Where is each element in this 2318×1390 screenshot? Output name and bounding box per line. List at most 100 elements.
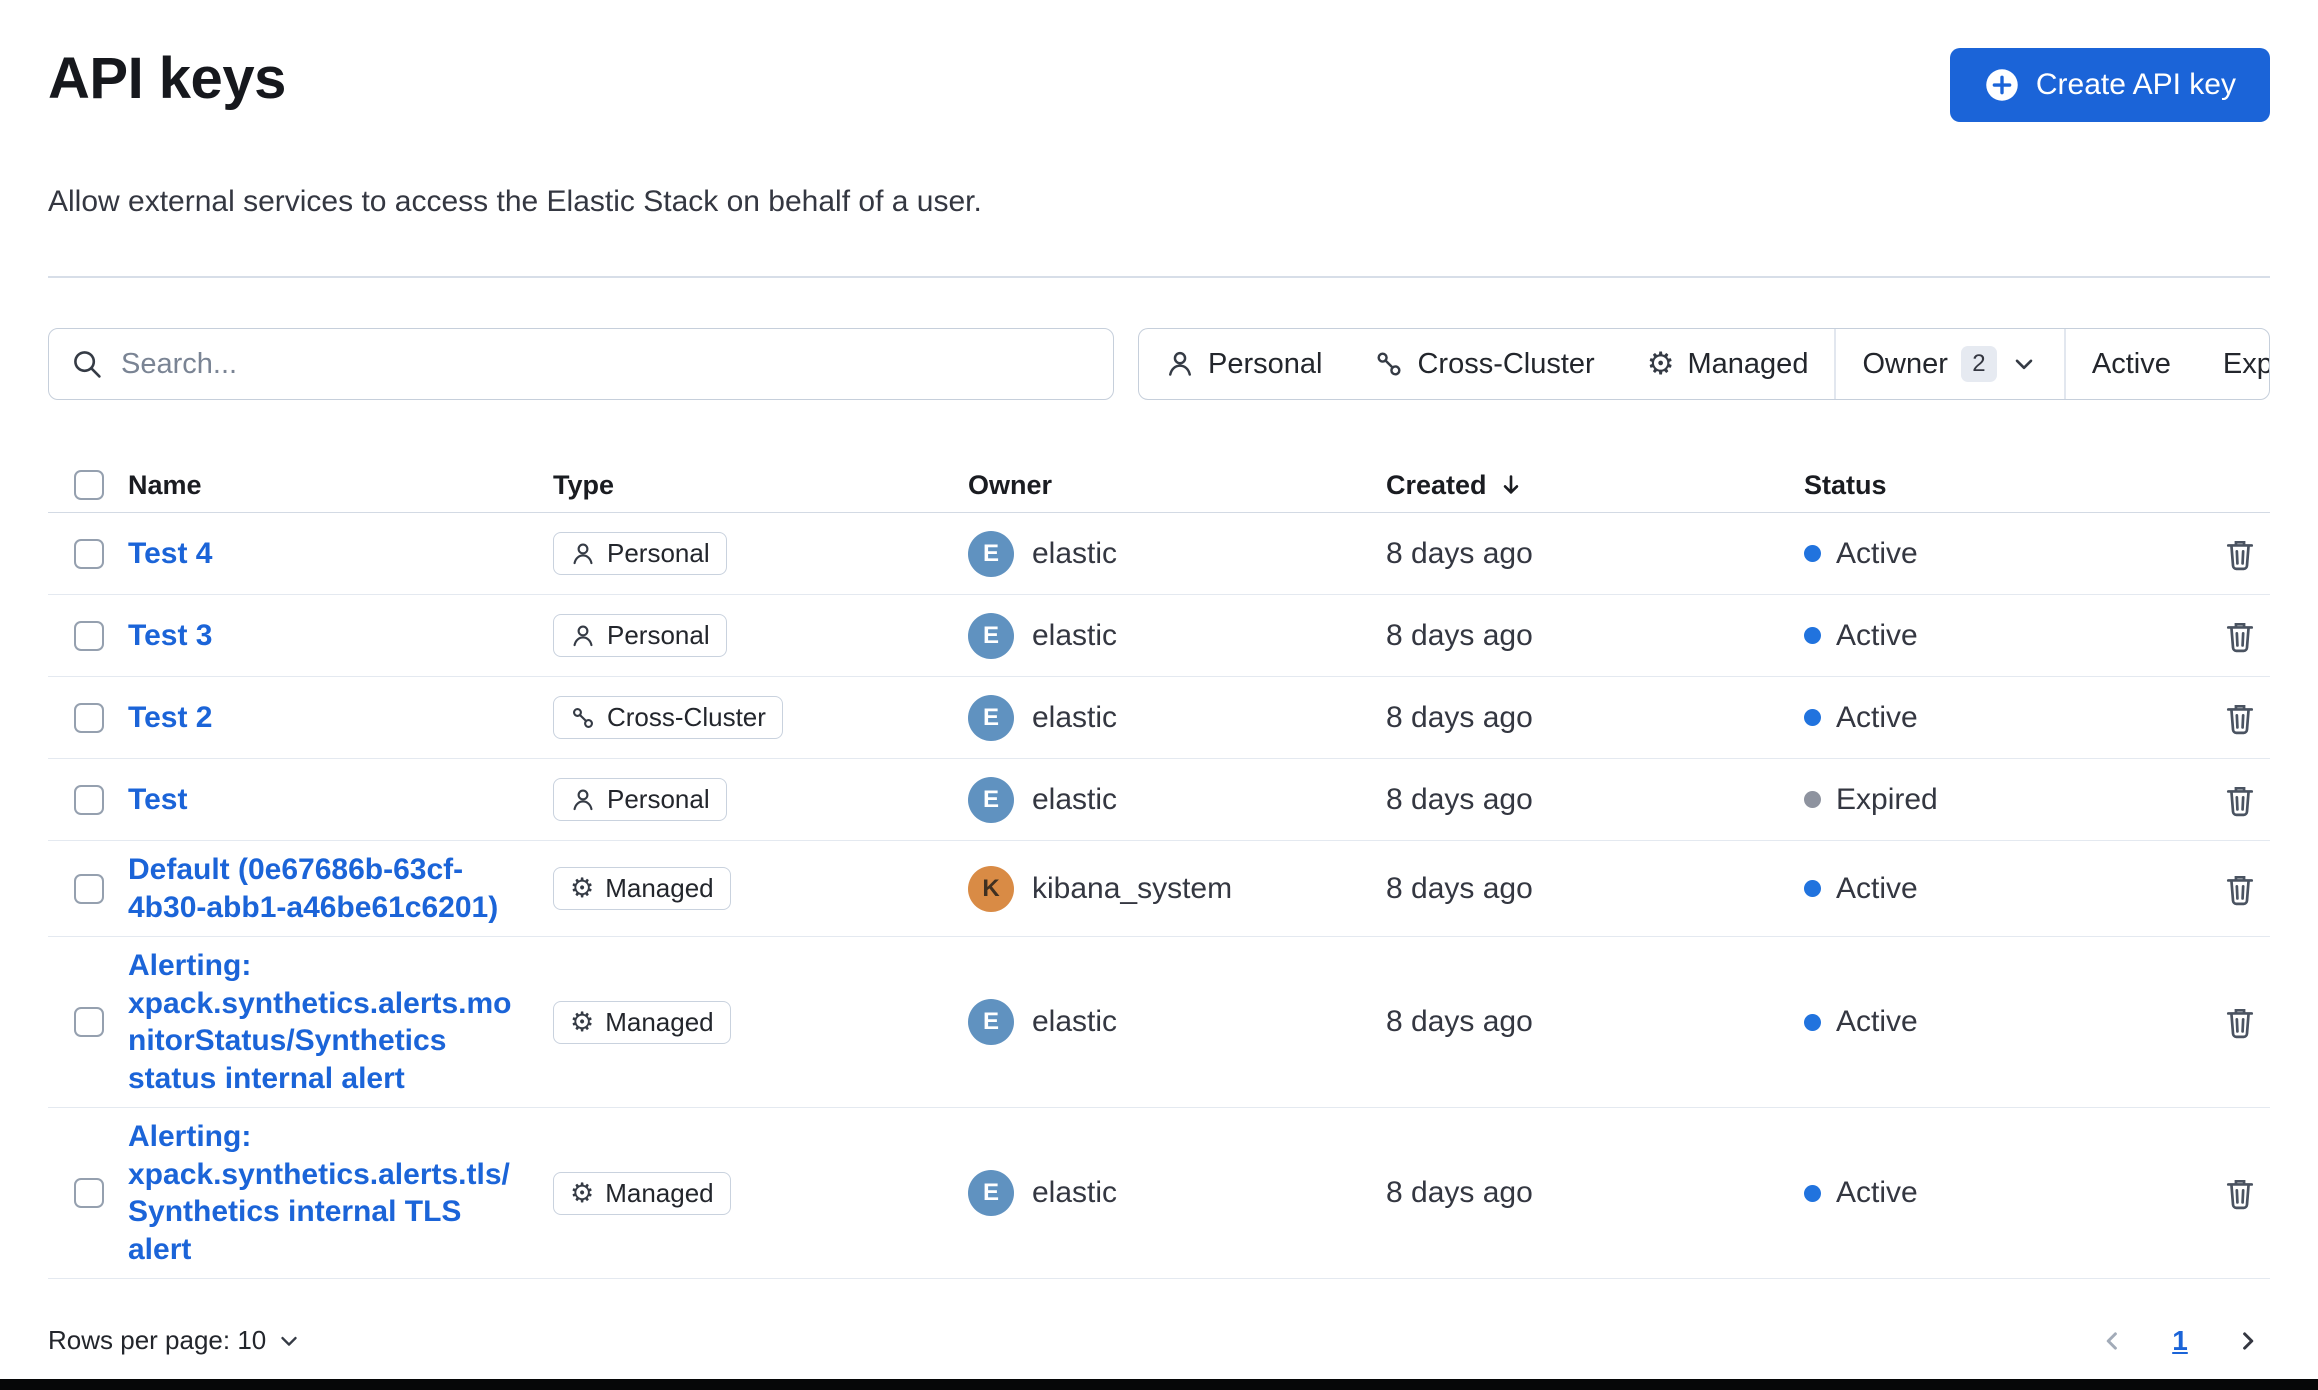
name-cell: Test 4	[128, 535, 553, 573]
trash-icon	[2222, 618, 2258, 654]
cluster-icon	[570, 705, 596, 731]
table-row: Test 2 ⚙ Cross-Cluster E elastic 8 days …	[48, 677, 2270, 759]
delete-button[interactable]	[2214, 1167, 2266, 1219]
owner-avatar: E	[968, 612, 1014, 659]
owner-avatar: E	[968, 776, 1014, 823]
status-dot-icon	[1804, 791, 1821, 808]
row-checkbox[interactable]	[74, 873, 104, 904]
delete-button[interactable]	[2214, 610, 2266, 662]
name-cell: Alerting: xpack.synthetics.alerts.tls/Sy…	[128, 1118, 553, 1268]
column-header-owner[interactable]: Owner	[968, 470, 1386, 501]
filter-owner[interactable]: Owner 2	[1836, 329, 2063, 399]
rows-per-page-button[interactable]: Rows per page: 10	[48, 1317, 302, 1364]
owner-cell: E elastic	[968, 694, 1386, 741]
column-header-type[interactable]: Type	[553, 470, 968, 501]
api-keys-page: API keys Create API key Allow external s…	[0, 0, 2318, 1364]
actions-cell	[2184, 692, 2270, 744]
owner-avatar: K	[968, 865, 1014, 912]
table-row: Alerting: xpack.synthetics.alerts.tls/Sy…	[48, 1108, 2270, 1279]
status-dot-icon	[1804, 880, 1821, 897]
owner-avatar: E	[968, 694, 1014, 741]
status-cell: Active	[1804, 1176, 2184, 1210]
api-key-name-link[interactable]: Test 4	[128, 535, 212, 573]
search-box	[48, 328, 1114, 400]
delete-button[interactable]	[2214, 692, 2266, 744]
status-cell: Expired	[1804, 783, 2184, 817]
person-icon	[570, 623, 596, 649]
chevron-down-icon	[276, 1328, 302, 1354]
owner-avatar: E	[968, 999, 1014, 1045]
actions-cell	[2184, 528, 2270, 580]
filter-cross-cluster[interactable]: Cross-Cluster	[1348, 329, 1620, 399]
actions-cell	[2184, 774, 2270, 826]
api-key-name-link[interactable]: Test 3	[128, 617, 212, 655]
filter-active[interactable]: Active	[2066, 329, 2197, 399]
column-header-name[interactable]: Name	[128, 470, 553, 501]
row-checkbox[interactable]	[74, 538, 104, 569]
person-icon	[570, 787, 596, 813]
delete-button[interactable]	[2214, 996, 2266, 1048]
trash-icon	[2222, 871, 2258, 907]
created-cell: 8 days ago	[1386, 871, 1533, 905]
api-key-name-link[interactable]: Alerting: xpack.synthetics.alerts.tls/Sy…	[128, 1118, 526, 1268]
actions-cell	[2184, 863, 2270, 915]
row-checkbox[interactable]	[74, 1178, 104, 1208]
row-select-cell	[48, 1007, 128, 1037]
type-badge: ⚙ Managed	[553, 1000, 731, 1044]
row-checkbox[interactable]	[74, 702, 104, 733]
row-checkbox[interactable]	[74, 620, 104, 651]
table-row: Alerting: xpack.synthetics.alerts.monito…	[48, 937, 2270, 1108]
search-input[interactable]	[121, 347, 1091, 381]
trash-icon	[2222, 1175, 2258, 1211]
table-row: Test 4 ⚙ Personal E elastic 8 days ago A…	[48, 513, 2270, 595]
bottom-edge	[0, 1379, 2318, 1390]
status-label: Active	[1836, 871, 1918, 905]
type-badge: ⚙ Personal	[553, 614, 727, 657]
owner-cell: K kibana_system	[968, 865, 1386, 912]
row-checkbox[interactable]	[74, 784, 104, 815]
column-header-status[interactable]: Status	[1804, 470, 2184, 501]
table-row: Test 3 ⚙ Personal E elastic 8 days ago A…	[48, 595, 2270, 677]
owner-name: elastic	[1032, 1176, 1118, 1209]
row-select-cell	[48, 784, 128, 815]
api-key-name-link[interactable]: Test	[128, 781, 187, 819]
next-page-button[interactable]	[2226, 1319, 2270, 1363]
row-select-cell	[48, 538, 128, 569]
api-key-name-link[interactable]: Test 2	[128, 699, 212, 737]
filter-active-label: Active	[2091, 347, 2171, 380]
status-dot-icon	[1804, 627, 1821, 644]
created-cell: 8 days ago	[1386, 700, 1533, 734]
filter-managed[interactable]: ⚙ Managed	[1621, 329, 1835, 399]
delete-button[interactable]	[2214, 863, 2266, 915]
owner-cell: E elastic	[968, 776, 1386, 823]
filter-cross-cluster-label: Cross-Cluster	[1417, 347, 1595, 380]
previous-page-button[interactable]	[2090, 1319, 2134, 1363]
name-cell: Test 2	[128, 699, 553, 737]
api-key-name-link[interactable]: Alerting: xpack.synthetics.alerts.monito…	[128, 947, 526, 1097]
gear-icon: ⚙	[1646, 345, 1675, 382]
chevron-left-icon	[2097, 1326, 2127, 1356]
row-checkbox[interactable]	[74, 1007, 104, 1037]
type-label: Personal	[607, 620, 710, 650]
select-all-checkbox[interactable]	[74, 470, 104, 500]
type-badge: ⚙ Personal	[553, 532, 727, 575]
type-cell: ⚙ Personal	[553, 532, 968, 575]
column-header-created[interactable]: Created	[1386, 470, 1804, 501]
trash-icon	[2222, 700, 2258, 736]
rows-per-page-label: Rows per page: 10	[48, 1325, 267, 1355]
owner-avatar: E	[968, 1170, 1014, 1216]
filter-personal[interactable]: Personal	[1139, 329, 1348, 399]
owner-name: elastic	[1032, 782, 1118, 816]
delete-button[interactable]	[2214, 528, 2266, 580]
header-divider	[48, 276, 2270, 278]
delete-button[interactable]	[2214, 774, 2266, 826]
api-key-name-link[interactable]: Default (0e67686b-63cf-4b30-abb1-a46be61…	[128, 851, 526, 926]
page-1-button[interactable]: 1	[2158, 1319, 2202, 1363]
owner-avatar: E	[968, 530, 1014, 577]
status-cell: Active	[1804, 537, 2184, 571]
create-api-key-button[interactable]: Create API key	[1949, 48, 2270, 122]
status-label: Active	[1836, 700, 1918, 734]
filter-group: Personal Cross-Cluster ⚙ Managed Owner 2	[1138, 328, 2270, 400]
filter-expired[interactable]: Expired	[2197, 329, 2269, 399]
name-cell: Test	[128, 781, 553, 819]
